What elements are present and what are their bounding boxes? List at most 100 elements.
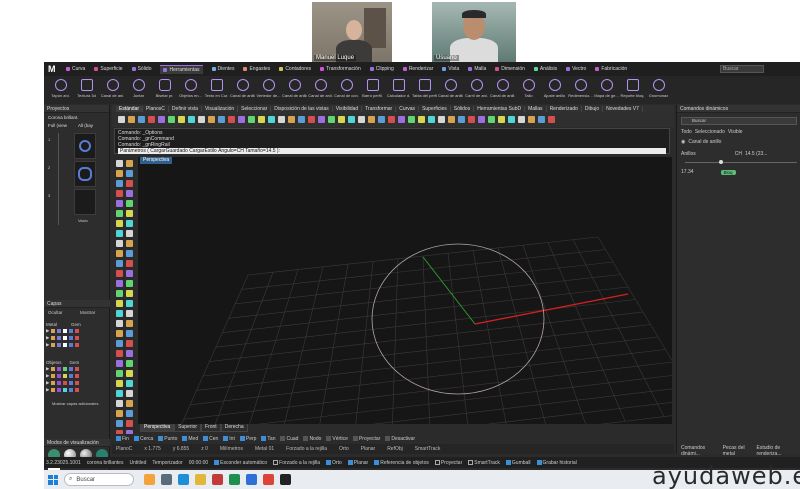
viewport-tab[interactable]: Perspectiva <box>140 424 175 432</box>
filter-all[interactable]: Todo <box>681 129 692 135</box>
tool-icon[interactable] <box>116 360 123 367</box>
green-app-icon[interactable] <box>229 474 240 485</box>
toolbar-icon[interactable] <box>258 116 265 123</box>
tool-icon[interactable] <box>126 260 133 267</box>
toolbar-icon[interactable] <box>368 116 375 123</box>
ribbon-button[interactable]: Texto en Cur. <box>204 76 229 102</box>
command-prompt[interactable]: Parámetros ( CargarGuardado CargarEstilo… <box>118 148 666 154</box>
toolbar-tab[interactable]: Renderizado <box>547 106 582 112</box>
toolbar-tab[interactable]: Visibilidad <box>333 106 363 112</box>
toolbar-icon[interactable] <box>118 116 125 123</box>
ribbon-button[interactable]: Redimensio... <box>568 76 593 102</box>
tool-icon[interactable] <box>126 300 133 307</box>
toolbar-icon[interactable] <box>498 116 505 123</box>
menu-tab[interactable]: Sólido <box>131 66 151 72</box>
edge-icon[interactable] <box>178 474 189 485</box>
value-row[interactable]: 17.34 Bloq <box>681 169 736 175</box>
tool-icon[interactable] <box>126 290 133 297</box>
chrome-icon[interactable] <box>263 474 274 485</box>
osnap-checkbox[interactable]: Fin <box>116 436 129 442</box>
toolbar-tab[interactable]: Seleccionar <box>238 106 272 112</box>
ribbon-button[interactable]: Vertedor de... <box>256 76 281 102</box>
ribbon-button[interactable]: Gnomonax <box>646 76 671 102</box>
filter-selected[interactable]: Seleccionado <box>695 129 725 135</box>
toolbar-icon[interactable] <box>338 116 345 123</box>
project-thumbnail[interactable] <box>74 189 96 215</box>
toolbar-icon[interactable] <box>228 116 235 123</box>
ribbon-button[interactable]: Tapón ani. <box>48 76 73 102</box>
osnap-checkbox[interactable]: Cen <box>203 436 218 442</box>
tool-icon[interactable] <box>116 420 123 427</box>
toolbar-icon[interactable] <box>488 116 495 123</box>
tool-icon[interactable] <box>126 380 133 387</box>
video-tile-manuel[interactable]: Manuel Luque <box>312 2 392 62</box>
value-field[interactable]: 17.34 <box>681 169 694 175</box>
viewport-title[interactable]: Perspectiva <box>140 157 173 164</box>
toolbar-tab[interactable]: Novedades V7 <box>603 106 643 112</box>
tool-icon[interactable] <box>126 220 133 227</box>
tool-icon[interactable] <box>116 380 123 387</box>
menu-tab[interactable]: Contadores <box>279 66 311 72</box>
layer-row[interactable]: ▶ <box>46 342 106 348</box>
more-layers-link[interactable]: Mostrar capas adicionales <box>52 401 98 406</box>
panel-tab[interactable]: Comandos dinámi... <box>681 445 720 457</box>
toolbar-icon[interactable] <box>378 116 385 123</box>
menu-tab[interactable]: Dimensión <box>495 66 525 72</box>
menu-tab[interactable]: Transformación <box>320 66 361 72</box>
toolbar-icon[interactable] <box>318 116 325 123</box>
project-full[interactable]: Full (view <box>48 123 67 128</box>
tool-icon[interactable] <box>116 320 123 327</box>
ribbon-button[interactable]: Objetos en... <box>178 76 203 102</box>
tool-icon[interactable] <box>126 340 133 347</box>
tool-icon[interactable] <box>116 330 123 337</box>
toolbar-tab[interactable]: Disposición de las vistas <box>271 106 333 112</box>
toolbar-icon[interactable] <box>518 116 525 123</box>
tool-icon[interactable] <box>116 170 123 177</box>
tool-icon[interactable] <box>126 230 133 237</box>
tool-icon[interactable] <box>116 310 123 317</box>
tool-icon[interactable] <box>116 350 123 357</box>
osnap-checkbox[interactable]: Desactivar <box>385 436 415 442</box>
app-game-icon[interactable] <box>144 474 155 485</box>
tool-icon[interactable] <box>126 370 133 377</box>
osnap-checkbox[interactable]: Med <box>182 436 198 442</box>
viewport-tab[interactable]: Superior <box>174 424 202 432</box>
menu-tab[interactable]: Curva <box>66 66 85 72</box>
tool-icon[interactable] <box>126 360 133 367</box>
osnap-checkbox[interactable]: Cerca <box>133 436 153 442</box>
toolbar-icon[interactable] <box>218 116 225 123</box>
ribbon-button[interactable]: Tallo <box>516 76 541 102</box>
toolbar-icon[interactable] <box>158 116 165 123</box>
ribbon-button[interactable]: Mapa de ge... <box>594 76 619 102</box>
osnap-checkbox[interactable]: Int <box>223 436 235 442</box>
tool-icon[interactable] <box>126 320 133 327</box>
status-toggle[interactable]: Planar <box>347 460 368 466</box>
ribbon-button[interactable]: Canal de con. <box>334 76 359 102</box>
slider-thumb[interactable] <box>719 160 723 164</box>
toolbar-icon[interactable] <box>458 116 465 123</box>
tool-icon[interactable] <box>116 260 123 267</box>
tool-icon[interactable] <box>126 170 133 177</box>
toolbar-icon[interactable] <box>438 116 445 123</box>
ribbon-button[interactable]: Barro perfil. <box>360 76 385 102</box>
toolbar-icon[interactable] <box>188 116 195 123</box>
tool-icon[interactable] <box>126 280 133 287</box>
osnap-checkbox[interactable]: Proyectar <box>352 436 380 442</box>
ribbon-button[interactable]: Textura 3d <box>74 76 99 102</box>
tool-icon[interactable] <box>116 300 123 307</box>
toolbar-tab[interactable]: Definir vista <box>169 106 203 112</box>
osnap-checkbox[interactable]: Cuad <box>280 436 298 442</box>
ribbon-button[interactable]: Carril de ani. <box>464 76 489 102</box>
lock-pill[interactable]: Bloq <box>720 169 736 175</box>
toolbar-icon[interactable] <box>298 116 305 123</box>
tool-icon[interactable] <box>116 280 123 287</box>
toolbar-tab[interactable]: Curvas <box>396 106 420 112</box>
search-input[interactable]: Buscar <box>720 65 764 73</box>
osnap-checkbox[interactable]: Perp <box>239 436 256 442</box>
toolbar-icon[interactable] <box>448 116 455 123</box>
toolbar-tab[interactable]: Mallas <box>525 106 547 112</box>
osnap-checkbox[interactable]: Vértice <box>326 436 348 442</box>
command-group[interactable]: ◉ Canal de anillo <box>681 139 721 145</box>
toolbar-icon[interactable] <box>148 116 155 123</box>
toolbar-tab[interactable]: Estándar <box>116 106 144 112</box>
